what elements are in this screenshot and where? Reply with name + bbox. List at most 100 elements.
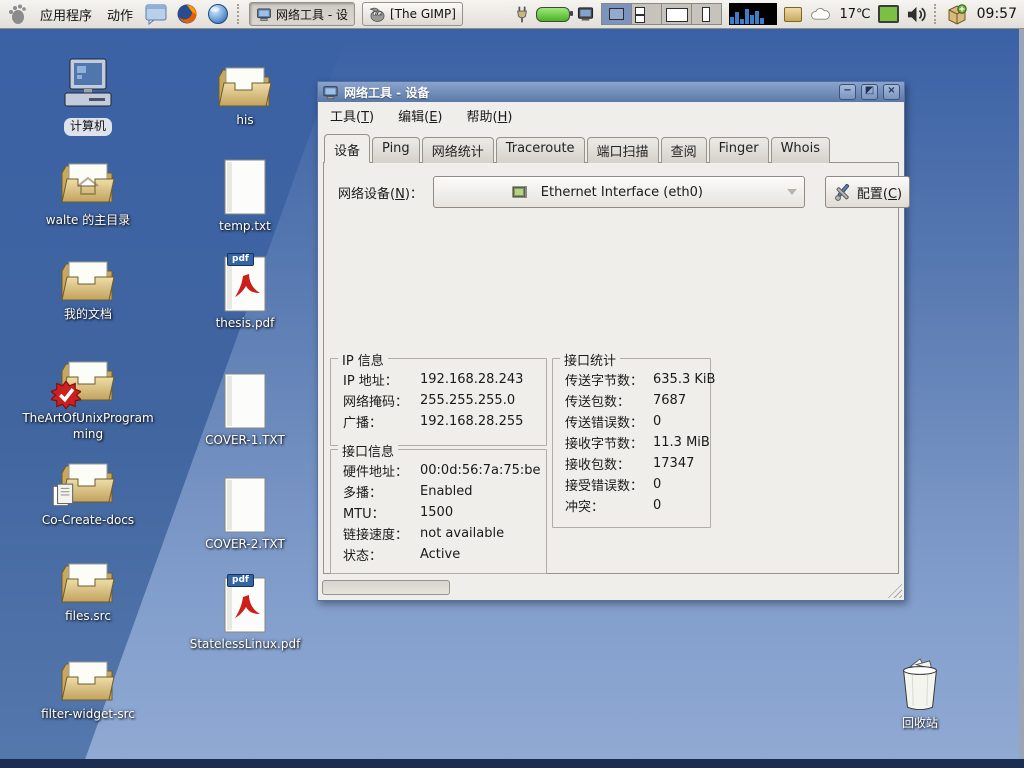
rx-bytes-row: 接收字节数：11.3 MiB	[553, 432, 710, 453]
frame-title: IP 信息	[338, 350, 388, 369]
desktop-icon-cover2[interactable]: COVER-2.TXT	[170, 476, 320, 553]
system-monitor-applet[interactable]	[729, 3, 777, 25]
desktop-icon-computer[interactable]: 计算机	[13, 57, 163, 136]
panel-handle[interactable]	[934, 4, 939, 24]
tab-finger[interactable]: Finger	[709, 137, 769, 163]
home-emblem-icon	[76, 176, 100, 196]
clock[interactable]: 09:57	[975, 6, 1019, 22]
actions-menu[interactable]: 动作	[103, 3, 137, 26]
mtu-row: MTU：1500	[331, 502, 546, 523]
ip-address-row: IP 地址：192.168.28.243	[331, 369, 546, 390]
devices-tab-page: 网络设备(N)： Ethernet Interface (eth0) 配置(C)…	[323, 162, 899, 574]
tab-lookup[interactable]: 查阅	[661, 137, 707, 163]
firefox-launcher-icon[interactable]	[175, 2, 199, 26]
status-bar	[318, 574, 904, 600]
gimp-icon	[369, 6, 386, 23]
workspace-1[interactable]	[602, 4, 632, 24]
close-button[interactable]: ×	[883, 84, 900, 100]
tab-whois[interactable]: Whois	[771, 137, 830, 163]
tx-bytes-row: 传送字节数：635.3 KiB	[553, 369, 710, 390]
network-device-label: 网络设备(N)：	[338, 183, 423, 202]
desktop-icon-trash[interactable]: 回收站	[845, 655, 995, 732]
power-plug-icon[interactable]	[515, 4, 529, 25]
workspace-switcher[interactable]	[601, 3, 722, 25]
weather-cloud-icon[interactable]	[809, 7, 832, 22]
menu-tools[interactable]: 工具(T)	[330, 106, 374, 125]
workspace-4[interactable]	[692, 4, 721, 24]
collisions-row: 冲突：0	[553, 495, 710, 516]
menu-edit[interactable]: 编辑(E)	[398, 106, 442, 125]
icon-label: his	[236, 113, 253, 129]
folder-icon	[59, 560, 117, 606]
taskbar-button-network-tools[interactable]: 网络工具 - 设	[249, 2, 355, 26]
web-browser-launcher-icon[interactable]	[206, 2, 230, 26]
desktop-icon-statelesslinux-pdf[interactable]: pdf StatelessLinux.pdf	[170, 576, 320, 653]
configure-button[interactable]: 配置(C)	[825, 176, 910, 208]
applications-menu[interactable]: 应用程序	[36, 3, 96, 26]
screen-bottom-band	[0, 759, 1024, 768]
weather-temperature: 17℃	[839, 7, 870, 22]
workspace-2[interactable]	[632, 4, 662, 24]
minimize-button[interactable]: −	[839, 84, 856, 100]
icon-label: temp.txt	[219, 219, 271, 235]
folder-icon	[216, 64, 274, 110]
tab-traceroute[interactable]: Traceroute	[496, 137, 585, 163]
tab-portscan[interactable]: 端口扫描	[587, 137, 659, 163]
multicast-row: 多播：Enabled	[331, 481, 546, 502]
desktop-icon-filter-widget-src[interactable]: filter-widget-src	[13, 658, 163, 723]
network-card-icon	[511, 184, 529, 200]
gnome-menu-icon[interactable]	[5, 2, 29, 26]
panel-handle[interactable]	[237, 4, 242, 24]
hardware-address-row: 硬件地址：00:0d:56:7a:75:be	[331, 460, 546, 481]
desktop-icon-his[interactable]: his	[170, 64, 320, 129]
software-update-icon[interactable]	[946, 3, 968, 25]
volume-speaker-icon[interactable]	[906, 5, 927, 24]
icon-label: filter-widget-src	[41, 707, 135, 723]
pdf-badge: pdf	[227, 253, 254, 266]
icon-label: walte 的主目录	[46, 213, 130, 229]
desktop-icon-temp-txt[interactable]: temp.txt	[170, 158, 320, 235]
desktop-icon-cover1[interactable]: COVER-1.TXT	[170, 372, 320, 449]
certified-emblem-icon	[51, 380, 81, 410]
resolution-applet-icon[interactable]	[878, 5, 899, 23]
desktop-icon-cocreate-docs[interactable]: Co-Create-docs	[13, 460, 163, 529]
link-speed-row: 链接速度：not available	[331, 523, 546, 544]
ip-info-frame: IP 信息 IP 地址：192.168.28.243 网络掩码：255.255.…	[330, 358, 547, 446]
workspace-3[interactable]	[662, 4, 692, 24]
taskbar-button-label: 网络工具 - 设	[276, 6, 348, 23]
combobox-arrow-icon	[780, 189, 804, 195]
text-file-icon	[222, 372, 268, 430]
frame-title: 接口统计	[560, 350, 620, 369]
resize-grip[interactable]	[887, 583, 902, 598]
taskbar-button-gimp[interactable]: [The GIMP]	[362, 2, 463, 26]
folder-icon	[59, 258, 117, 304]
desktop: 应用程序 动作 网络工具 - 设 [The GIMP] 17℃	[0, 0, 1024, 768]
progress-bar	[322, 580, 450, 595]
display-applet-icon[interactable]	[577, 6, 594, 22]
interface-stats-frame: 接口统计 传送字节数：635.3 KiB 传送包数：7687 传送错误数：0 接…	[552, 358, 711, 528]
desktop-icon-artofunix[interactable]: TheArtOfUnixProgramming	[13, 358, 163, 442]
desktop-icon-thesis-pdf[interactable]: pdf thesis.pdf	[170, 255, 320, 332]
interface-info-frame: 接口信息 硬件地址：00:0d:56:7a:75:be 多播：Enabled M…	[330, 449, 547, 574]
window-titlebar[interactable]: 网络工具 - 设备 − ◩ ×	[318, 82, 904, 102]
menu-bar: 工具(T) 编辑(E) 帮助(H)	[318, 102, 904, 128]
battery-icon[interactable]	[536, 7, 570, 22]
package-applet-icon[interactable]	[784, 7, 802, 22]
broadcast-row: 广播：192.168.28.255	[331, 411, 546, 432]
screen-right-edge	[1019, 28, 1024, 760]
icon-label: StatelessLinux.pdf	[190, 637, 301, 653]
tab-devices[interactable]: 设备	[324, 134, 370, 163]
desktop-icon-my-documents[interactable]: 我的文档	[13, 258, 163, 323]
desktop-icon-files-src[interactable]: files.src	[13, 560, 163, 625]
tab-ping[interactable]: Ping	[372, 137, 420, 163]
frame-title: 接口信息	[338, 441, 398, 460]
icon-label: files.src	[65, 609, 111, 625]
desktop-icon-home[interactable]: walte 的主目录	[13, 160, 163, 229]
window-icon	[322, 85, 339, 100]
menu-help[interactable]: 帮助(H)	[466, 106, 512, 125]
network-device-combobox[interactable]: Ethernet Interface (eth0)	[433, 176, 805, 208]
tab-netstat[interactable]: 网络统计	[422, 137, 494, 163]
maximize-button[interactable]: ◩	[861, 84, 878, 100]
icon-label: COVER-2.TXT	[205, 537, 285, 553]
screenshot-launcher-icon[interactable]	[144, 2, 168, 26]
